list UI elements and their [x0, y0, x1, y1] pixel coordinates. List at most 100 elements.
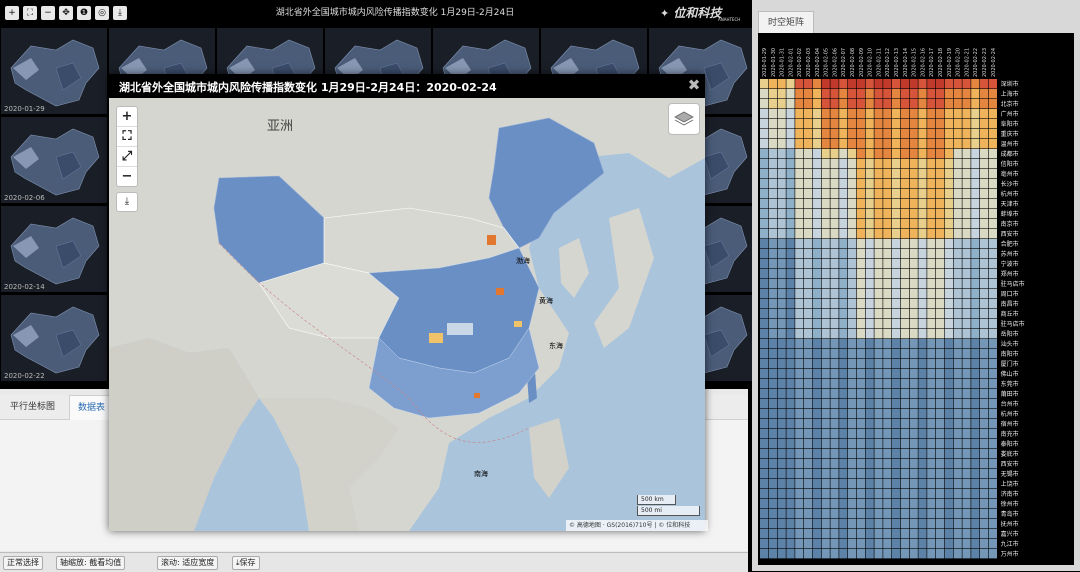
matrix-cell[interactable] [909, 359, 918, 369]
matrix-cell[interactable] [944, 309, 953, 319]
matrix-cell[interactable] [856, 289, 865, 299]
matrix-cell[interactable] [980, 359, 989, 369]
matrix-cell[interactable] [936, 509, 945, 519]
matrix-cell[interactable] [918, 489, 927, 499]
matrix-cell[interactable] [874, 79, 883, 89]
matrix-cell[interactable] [962, 99, 971, 109]
matrix-cell[interactable] [839, 289, 848, 299]
matrix-cell[interactable] [786, 519, 795, 529]
matrix-cell[interactable] [980, 409, 989, 419]
matrix-cell[interactable] [786, 269, 795, 279]
matrix-cell[interactable] [900, 539, 909, 549]
matrix-cell[interactable] [856, 529, 865, 539]
matrix-cell[interactable] [988, 279, 997, 289]
matrix-cell[interactable] [812, 479, 821, 489]
matrix-cell[interactable] [804, 269, 813, 279]
matrix-cell[interactable] [804, 379, 813, 389]
matrix-cell[interactable] [812, 189, 821, 199]
matrix-cell[interactable] [768, 299, 777, 309]
matrix-cell[interactable] [760, 419, 769, 429]
matrix-cell[interactable] [768, 419, 777, 429]
matrix-cell[interactable] [892, 259, 901, 269]
matrix-cell[interactable] [848, 449, 857, 459]
matrix-cell[interactable] [777, 179, 786, 189]
matrix-cell[interactable] [892, 409, 901, 419]
matrix-cell[interactable] [971, 319, 980, 329]
matrix-cell[interactable] [856, 89, 865, 99]
matrix-cell[interactable] [812, 129, 821, 139]
matrix-cell[interactable] [927, 299, 936, 309]
matrix-cell[interactable] [883, 189, 892, 199]
matrix-cell[interactable] [795, 239, 804, 249]
matrix-cell[interactable] [971, 519, 980, 529]
matrix-cell[interactable] [812, 149, 821, 159]
matrix-cell[interactable] [936, 249, 945, 259]
matrix-cell[interactable] [874, 479, 883, 489]
matrix-cell[interactable] [988, 389, 997, 399]
matrix-cell[interactable] [944, 259, 953, 269]
matrix-cell[interactable] [865, 189, 874, 199]
matrix-cell[interactable] [804, 409, 813, 419]
matrix-cell[interactable] [936, 299, 945, 309]
matrix-cell[interactable] [874, 119, 883, 129]
matrix-cell[interactable] [812, 279, 821, 289]
matrix-cell[interactable] [988, 179, 997, 189]
matrix-cell[interactable] [918, 479, 927, 489]
matrix-cell[interactable] [953, 189, 962, 199]
matrix-cell[interactable] [900, 389, 909, 399]
matrix-cell[interactable] [909, 389, 918, 399]
matrix-cell[interactable] [848, 179, 857, 189]
matrix-cell[interactable] [962, 249, 971, 259]
matrix-cell[interactable] [812, 429, 821, 439]
matrix-cell[interactable] [962, 419, 971, 429]
matrix-cell[interactable] [812, 419, 821, 429]
matrix-cell[interactable] [865, 499, 874, 509]
matrix-cell[interactable] [918, 209, 927, 219]
matrix-cell[interactable] [874, 489, 883, 499]
matrix-cell[interactable] [918, 259, 927, 269]
matrix-cell[interactable] [927, 149, 936, 159]
matrix-cell[interactable] [900, 209, 909, 219]
matrix-cell[interactable] [927, 519, 936, 529]
matrix-cell[interactable] [988, 549, 997, 559]
matrix-cell[interactable] [804, 419, 813, 429]
matrix-cell[interactable] [760, 539, 769, 549]
matrix-cell[interactable] [900, 289, 909, 299]
matrix-cell[interactable] [795, 189, 804, 199]
matrix-cell[interactable] [980, 499, 989, 509]
matrix-cell[interactable] [795, 429, 804, 439]
matrix-cell[interactable] [830, 169, 839, 179]
matrix-cell[interactable] [953, 179, 962, 189]
matrix-cell[interactable] [768, 139, 777, 149]
matrix-cell[interactable] [777, 329, 786, 339]
matrix-cell[interactable] [865, 549, 874, 559]
matrix-cell[interactable] [804, 319, 813, 329]
matrix-cell[interactable] [936, 189, 945, 199]
matrix-cell[interactable] [988, 79, 997, 89]
matrix-cell[interactable] [795, 439, 804, 449]
matrix-cell[interactable] [821, 119, 830, 129]
matrix-cell[interactable] [988, 339, 997, 349]
matrix-cell[interactable] [795, 149, 804, 159]
matrix-cell[interactable] [971, 79, 980, 89]
matrix-cell[interactable] [953, 519, 962, 529]
matrix-cell[interactable] [988, 199, 997, 209]
matrix-cell[interactable] [918, 229, 927, 239]
matrix-cell[interactable] [909, 469, 918, 479]
map-zoom-in-button[interactable]: + [117, 107, 137, 127]
matrix-cell[interactable] [830, 99, 839, 109]
matrix-cell[interactable] [848, 499, 857, 509]
matrix-cell[interactable] [927, 479, 936, 489]
matrix-cell[interactable] [909, 499, 918, 509]
matrix-cell[interactable] [821, 199, 830, 209]
matrix-cell[interactable] [900, 369, 909, 379]
matrix-cell[interactable] [962, 459, 971, 469]
matrix-cell[interactable] [936, 429, 945, 439]
matrix-cell[interactable] [971, 549, 980, 559]
matrix-cell[interactable] [892, 539, 901, 549]
matrix-cell[interactable] [927, 159, 936, 169]
matrix-cell[interactable] [839, 129, 848, 139]
matrix-cell[interactable] [804, 109, 813, 119]
map-fullscreen-button[interactable]: ⛶ [117, 127, 137, 147]
matrix-cell[interactable] [760, 509, 769, 519]
